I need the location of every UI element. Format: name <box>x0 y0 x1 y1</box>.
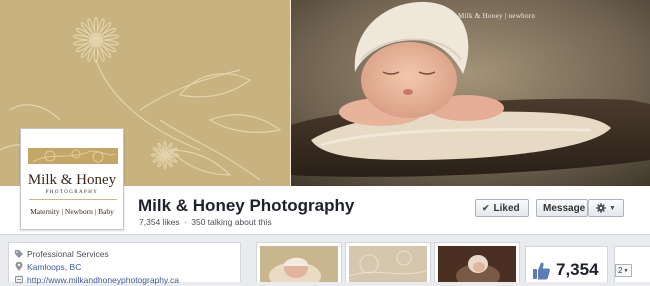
about-website: http://www.milkandhoneyphotography.ca <box>14 275 179 285</box>
likes-count: 7,354 <box>556 260 599 279</box>
check-icon: ✔ <box>482 202 490 213</box>
logo-floral-band <box>28 148 118 164</box>
message-button[interactable]: Message <box>536 199 588 217</box>
baby-in-bucket-photo-image <box>438 246 516 282</box>
logo-name: Milk & Honey <box>27 172 117 188</box>
stats-separator: · <box>184 217 187 227</box>
floral-photo-image <box>349 246 427 282</box>
settings-dropdown-button[interactable]: ▼ <box>588 199 624 217</box>
about-website-link[interactable]: http://www.milkandhoneyphotography.ca <box>27 275 179 285</box>
about-category: Professional Services <box>15 249 109 259</box>
thumbs-up-icon <box>532 261 552 281</box>
chevron-down-icon: ▼ <box>623 267 629 274</box>
location-pin-icon <box>15 261 23 271</box>
count-select[interactable]: 2 ▼ <box>615 264 632 277</box>
photo-thumbnail[interactable] <box>434 242 520 282</box>
logo-divider <box>29 199 117 200</box>
about-location: Kamloops, BC <box>15 261 81 272</box>
about-category-text: Professional Services <box>27 249 109 259</box>
page-stats: 7,354 likes · 350 talking about this <box>139 217 272 227</box>
likes-box[interactable]: 7,354 <box>525 246 608 282</box>
cover-watermark: Milk & Honey | newborn <box>458 12 536 20</box>
tag-icon <box>15 249 23 258</box>
logo-subtitle: PHOTOGRAPHY <box>45 190 99 195</box>
count-select-value: 2 <box>618 266 623 275</box>
liked-button[interactable]: ✔ Liked <box>475 199 529 217</box>
photo-thumbnail[interactable] <box>345 242 431 282</box>
profile-picture[interactable]: Milk & Honey PHOTOGRAPHY Maternity | New… <box>20 128 124 230</box>
about-section: Professional Services Kamloops, BC http:… <box>8 242 241 285</box>
photo-thumbnail[interactable] <box>256 242 342 282</box>
more-box: 2 ▼ <box>614 246 650 282</box>
chevron-down-icon: ▼ <box>609 204 616 212</box>
cover-baby-photo: Milk & Honey | newborn <box>291 0 650 186</box>
newborn-photo-image <box>260 246 338 282</box>
logo-tagline: Maternity | Newborn | Baby <box>30 207 114 216</box>
likes-count-text[interactable]: 7,354 likes <box>139 217 180 227</box>
page-title[interactable]: Milk & Honey Photography <box>138 196 354 216</box>
gear-icon <box>596 203 606 213</box>
message-button-label: Message <box>543 202 586 214</box>
talking-about-text[interactable]: 350 talking about this <box>191 217 271 227</box>
about-location-link[interactable]: Kamloops, BC <box>27 262 81 272</box>
liked-button-label: Liked <box>493 202 520 214</box>
